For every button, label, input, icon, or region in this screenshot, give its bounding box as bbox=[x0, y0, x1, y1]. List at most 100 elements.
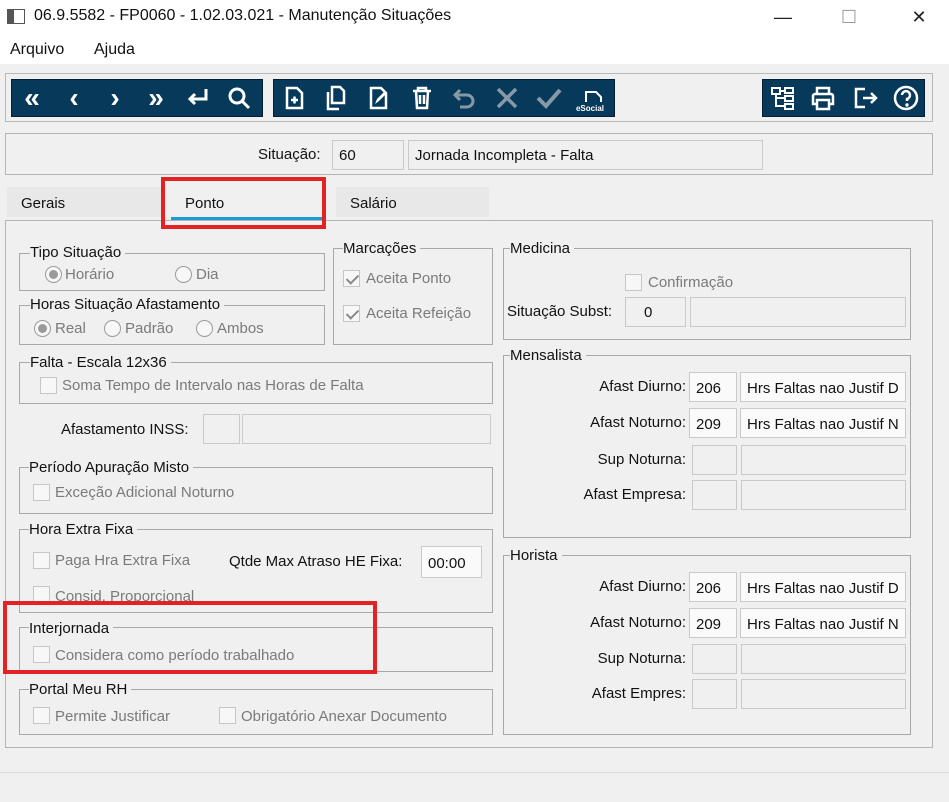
horista-sup-noturna-code[interactable] bbox=[692, 644, 737, 674]
checkbox-confirmacao[interactable] bbox=[625, 274, 642, 291]
excecao-label: Exceção Adicional Noturno bbox=[55, 484, 235, 501]
search-icon[interactable] bbox=[222, 81, 256, 115]
situacao-code-field[interactable]: 60 bbox=[332, 140, 404, 170]
minimize-button[interactable]: — bbox=[760, 0, 806, 34]
mensalista-afast-empresa-code[interactable] bbox=[692, 480, 737, 510]
mensalista-sup-noturna-desc[interactable] bbox=[741, 445, 906, 475]
soma-tempo-label: Soma Tempo de Intervalo nas Horas de Fal… bbox=[62, 377, 364, 394]
radio-padrao[interactable] bbox=[104, 320, 121, 337]
afastamento-inss-desc-field[interactable] bbox=[242, 414, 491, 444]
checkbox-obrigatorio-anexar[interactable] bbox=[219, 707, 236, 724]
radio-dia[interactable] bbox=[175, 266, 192, 283]
print-icon[interactable] bbox=[806, 81, 840, 115]
mensalista-afast-noturno-label: Afast Noturno: bbox=[590, 414, 686, 431]
afastamento-inss-code-field[interactable] bbox=[203, 414, 240, 444]
mensalista-title: Mensalista bbox=[510, 347, 586, 364]
checkbox-aceita-ponto[interactable] bbox=[343, 270, 360, 287]
radio-padrao-label: Padrão bbox=[125, 320, 174, 337]
horista-afast-noturno-label: Afast Noturno: bbox=[590, 614, 686, 631]
tree-icon[interactable] bbox=[766, 81, 800, 115]
mensalista-afast-diurno-code[interactable]: 206 bbox=[689, 372, 737, 402]
paga-hra-label: Paga Hra Extra Fixa bbox=[55, 552, 191, 569]
mensalista-afast-noturno-desc[interactable]: Hrs Faltas nao Justif N bbox=[740, 408, 906, 438]
aceita-refeicao-label: Aceita Refeição bbox=[366, 305, 472, 322]
menu-ajuda[interactable]: Ajuda bbox=[94, 41, 135, 59]
menu-arquivo[interactable]: Arquivo bbox=[10, 41, 64, 59]
checkbox-excecao[interactable] bbox=[33, 484, 50, 501]
undo-icon[interactable] bbox=[448, 81, 482, 115]
horas-afastamento-title: Horas Situação Afastamento bbox=[30, 296, 225, 313]
horista-afast-empres-desc[interactable] bbox=[741, 679, 906, 709]
menu-bar: Arquivo Ajuda bbox=[0, 34, 949, 64]
mensalista-afast-empresa-label: Afast Empresa: bbox=[583, 486, 686, 503]
help-icon[interactable] bbox=[889, 81, 923, 115]
radio-real[interactable] bbox=[34, 320, 51, 337]
new-icon[interactable] bbox=[277, 81, 311, 115]
obrigatorio-anexar-label: Obrigatório Anexar Documento bbox=[241, 708, 447, 725]
radio-dia-label: Dia bbox=[196, 266, 219, 283]
horista-sup-noturna-desc[interactable] bbox=[741, 644, 906, 674]
marcacoes-group bbox=[333, 248, 493, 345]
copy-icon[interactable] bbox=[319, 81, 353, 115]
highlight-ponto-tab bbox=[161, 177, 326, 229]
mensalista-afast-noturno-code[interactable]: 209 bbox=[689, 408, 737, 438]
mensalista-sup-noturna-label: Sup Noturna: bbox=[597, 451, 686, 468]
last-icon[interactable]: » bbox=[139, 81, 173, 115]
aceita-ponto-label: Aceita Ponto bbox=[366, 270, 452, 287]
next-icon[interactable]: › bbox=[98, 81, 132, 115]
checkbox-paga-hra[interactable] bbox=[33, 552, 50, 569]
qtde-max-label: Qtde Max Atraso HE Fixa: bbox=[229, 553, 403, 570]
title-bar: 06.9.5582 - FP0060 - 1.02.03.021 - Manut… bbox=[0, 0, 949, 34]
situacao-desc-field[interactable]: Jornada Incompleta - Falta bbox=[408, 140, 763, 170]
mensalista-afast-diurno-desc[interactable]: Hrs Faltas nao Justif D bbox=[740, 372, 906, 402]
falta-escala-title: Falta - Escala 12x36 bbox=[30, 354, 171, 371]
esocial-label: eSocial bbox=[575, 104, 604, 113]
window-title: 06.9.5582 - FP0060 - 1.02.03.021 - Manut… bbox=[34, 7, 452, 24]
confirmacao-label: Confirmação bbox=[648, 274, 734, 291]
first-icon[interactable]: « bbox=[15, 81, 49, 115]
situacao-label: Situação: bbox=[258, 146, 321, 163]
marcacoes-title: Marcações bbox=[343, 240, 421, 257]
tab-salario[interactable]: Salário bbox=[336, 187, 489, 217]
situacao-subst-code-field[interactable]: 0 bbox=[625, 297, 686, 327]
close-button[interactable]: ✕ bbox=[896, 0, 942, 34]
cancel-icon[interactable] bbox=[490, 81, 524, 115]
horista-afast-noturno-code[interactable]: 209 bbox=[689, 608, 737, 638]
horista-afast-diurno-code[interactable]: 206 bbox=[689, 572, 737, 602]
maximize-button[interactable]: ☐ bbox=[826, 0, 872, 34]
radio-horario[interactable] bbox=[45, 266, 62, 283]
afastamento-inss-label: Afastamento INSS: bbox=[61, 421, 189, 438]
portal-title: Portal Meu RH bbox=[29, 681, 132, 698]
medicina-title: Medicina bbox=[510, 240, 575, 257]
checkbox-aceita-refeicao[interactable] bbox=[343, 305, 360, 322]
tipo-situacao-title: Tipo Situação bbox=[30, 244, 126, 261]
delete-icon[interactable] bbox=[405, 81, 439, 115]
previous-icon[interactable]: ‹ bbox=[57, 81, 91, 115]
horista-afast-empres-code[interactable] bbox=[692, 679, 737, 709]
hora-extra-title: Hora Extra Fixa bbox=[29, 521, 138, 538]
status-bar bbox=[0, 772, 949, 802]
horista-sup-noturna-label: Sup Noturna: bbox=[597, 650, 686, 667]
mensalista-sup-noturna-code[interactable] bbox=[692, 445, 737, 475]
exit-icon[interactable] bbox=[848, 81, 882, 115]
checkbox-permite-justificar[interactable] bbox=[33, 707, 50, 724]
checkbox-soma-tempo[interactable] bbox=[40, 377, 57, 394]
radio-horario-label: Horário bbox=[65, 266, 115, 283]
confirm-icon[interactable] bbox=[532, 81, 566, 115]
situacao-subst-label: Situação Subst: bbox=[507, 303, 613, 320]
mensalista-afast-empresa-desc[interactable] bbox=[741, 480, 906, 510]
situacao-subst-desc-field[interactable] bbox=[690, 297, 906, 327]
tab-gerais[interactable]: Gerais bbox=[7, 187, 162, 217]
horista-afast-noturno-desc[interactable]: Hrs Faltas nao Justif N bbox=[740, 608, 906, 638]
periodo-misto-title: Período Apuração Misto bbox=[29, 459, 194, 476]
edit-icon[interactable] bbox=[362, 81, 396, 115]
qtde-max-field[interactable]: 00:00 bbox=[421, 546, 482, 578]
app-icon bbox=[7, 9, 25, 24]
permite-justificar-label: Permite Justificar bbox=[55, 708, 171, 725]
esocial-icon[interactable]: eSocial bbox=[573, 81, 607, 115]
horista-afast-diurno-label: Afast Diurno: bbox=[599, 578, 686, 595]
enter-icon[interactable] bbox=[181, 81, 215, 115]
horista-afast-diurno-desc[interactable]: Hrs Faltas nao Justif D bbox=[740, 572, 906, 602]
radio-ambos[interactable] bbox=[196, 320, 213, 337]
radio-ambos-label: Ambos bbox=[217, 320, 264, 337]
